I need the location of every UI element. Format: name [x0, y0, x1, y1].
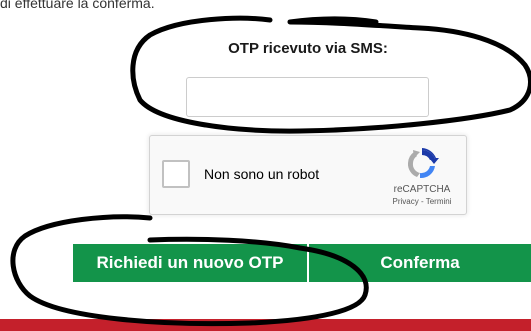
- recaptcha-terms-link[interactable]: Termini: [426, 197, 452, 206]
- otp-input[interactable]: [186, 77, 429, 117]
- request-new-otp-button[interactable]: Richiedi un nuovo OTP: [73, 244, 307, 282]
- confirm-button[interactable]: Conferma: [309, 244, 531, 282]
- recaptcha-checkbox-label: Non sono un robot: [204, 166, 320, 182]
- recaptcha-widget: Non sono un robot reCAPTCHA Privacy - Te…: [149, 135, 467, 215]
- intro-text: di effettuare la conferma.: [0, 0, 155, 11]
- recaptcha-checkbox[interactable]: [162, 160, 190, 188]
- recaptcha-brand: reCAPTCHA: [393, 184, 451, 195]
- recaptcha-logo-icon: [407, 148, 439, 179]
- otp-label: OTP ricevuto via SMS:: [228, 40, 388, 57]
- recaptcha-privacy-link[interactable]: Privacy: [393, 197, 419, 206]
- recaptcha-links: Privacy - Termini: [382, 197, 462, 206]
- footer-bar: [0, 319, 531, 331]
- recaptcha-links-separator: -: [418, 197, 426, 206]
